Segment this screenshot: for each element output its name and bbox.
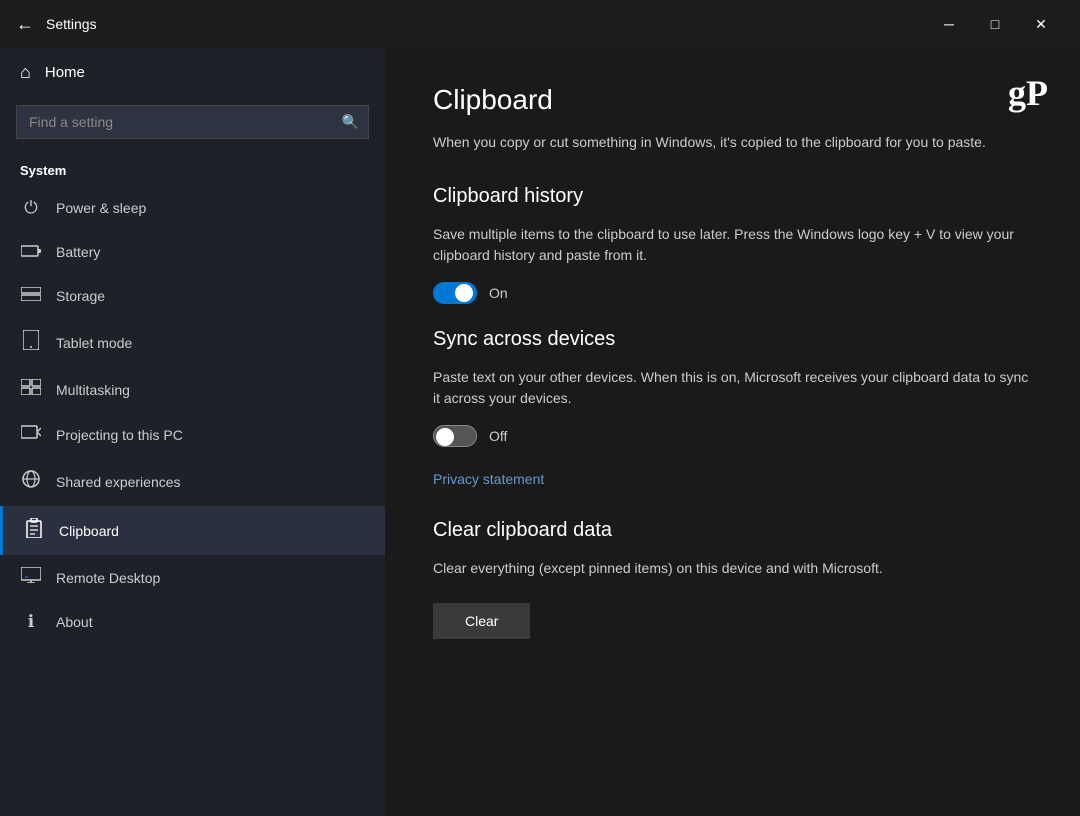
sidebar-item-remote-desktop[interactable]: Remote Desktop bbox=[0, 555, 385, 600]
nav-label: Multitasking bbox=[56, 382, 130, 398]
maximize-button[interactable]: □ bbox=[972, 8, 1018, 40]
sync-devices-toggle-label: Off bbox=[489, 428, 507, 444]
nav-label: Battery bbox=[56, 244, 100, 260]
sidebar-item-multitasking[interactable]: Multitasking bbox=[0, 367, 385, 412]
page-description: When you copy or cut something in Window… bbox=[433, 132, 1032, 153]
toggle-thumb bbox=[455, 284, 473, 302]
sidebar-item-about[interactable]: ℹ About bbox=[0, 600, 385, 644]
toggle-thumb bbox=[436, 428, 454, 446]
clipboard-icon bbox=[23, 518, 45, 543]
title-bar: ← Settings ─ □ ✕ bbox=[0, 0, 1080, 48]
nav-label: Remote Desktop bbox=[56, 570, 160, 586]
nav-label: Clipboard bbox=[59, 523, 119, 539]
clipboard-history-toggle-label: On bbox=[489, 285, 508, 301]
about-icon: ℹ bbox=[20, 612, 42, 632]
main-layout: ⌂ Home 🔍 System ⏻ Power & sleep Battery … bbox=[0, 48, 1080, 816]
sidebar-item-clipboard[interactable]: Clipboard bbox=[0, 506, 385, 555]
multitasking-icon bbox=[20, 379, 42, 400]
gp-logo: gP bbox=[1008, 72, 1048, 114]
back-button[interactable]: ← bbox=[16, 15, 34, 33]
content-area: gP Clipboard When you copy or cut someth… bbox=[385, 48, 1080, 816]
clear-button[interactable]: Clear bbox=[433, 603, 530, 639]
sidebar-item-power-sleep[interactable]: ⏻ Power & sleep bbox=[0, 186, 385, 230]
close-button[interactable]: ✕ bbox=[1018, 8, 1064, 40]
power-sleep-icon: ⏻ bbox=[20, 198, 42, 218]
sidebar-item-projecting[interactable]: Projecting to this PC bbox=[0, 412, 385, 457]
clipboard-history-desc: Save multiple items to the clipboard to … bbox=[433, 224, 1032, 266]
search-icon: 🔍 bbox=[342, 114, 359, 131]
app-title: Settings bbox=[46, 16, 97, 32]
sidebar-item-tablet-mode[interactable]: Tablet mode bbox=[0, 318, 385, 367]
clear-clipboard-desc: Clear everything (except pinned items) o… bbox=[433, 558, 1032, 579]
clipboard-history-toggle-row: On bbox=[433, 282, 1032, 304]
nav-label: About bbox=[56, 614, 93, 630]
sidebar-item-shared-experiences[interactable]: Shared experiences bbox=[0, 457, 385, 506]
search-input[interactable] bbox=[16, 105, 369, 139]
sync-devices-toggle-row: Off bbox=[433, 425, 1032, 447]
sync-devices-title: Sync across devices bbox=[433, 328, 1032, 351]
tablet-icon bbox=[20, 330, 42, 355]
sync-devices-desc: Paste text on your other devices. When t… bbox=[433, 367, 1032, 409]
sidebar-item-battery[interactable]: Battery bbox=[0, 230, 385, 274]
remote-desktop-icon bbox=[20, 567, 42, 588]
projecting-icon bbox=[20, 424, 42, 445]
nav-label: Projecting to this PC bbox=[56, 427, 183, 443]
title-bar-left: ← Settings bbox=[16, 15, 926, 33]
clear-clipboard-title: Clear clipboard data bbox=[433, 519, 1032, 542]
nav-label: Shared experiences bbox=[56, 474, 181, 490]
search-box: 🔍 bbox=[16, 105, 369, 139]
shared-experiences-icon bbox=[20, 469, 42, 494]
nav-label: Storage bbox=[56, 288, 105, 304]
sidebar: ⌂ Home 🔍 System ⏻ Power & sleep Battery … bbox=[0, 48, 385, 816]
storage-icon bbox=[20, 286, 42, 306]
nav-label: Tablet mode bbox=[56, 335, 132, 351]
clipboard-history-title: Clipboard history bbox=[433, 185, 1032, 208]
minimize-button[interactable]: ─ bbox=[926, 8, 972, 40]
page-title: Clipboard bbox=[433, 84, 1032, 116]
home-icon: ⌂ bbox=[20, 62, 31, 83]
privacy-statement-link[interactable]: Privacy statement bbox=[433, 471, 544, 487]
battery-icon bbox=[20, 242, 42, 262]
clipboard-history-toggle[interactable] bbox=[433, 282, 477, 304]
home-label: Home bbox=[45, 64, 85, 81]
window-controls: ─ □ ✕ bbox=[926, 8, 1064, 40]
nav-label: Power & sleep bbox=[56, 200, 146, 216]
sidebar-home[interactable]: ⌂ Home bbox=[0, 48, 385, 97]
sidebar-item-storage[interactable]: Storage bbox=[0, 274, 385, 318]
sync-devices-toggle[interactable] bbox=[433, 425, 477, 447]
sidebar-section-label: System bbox=[0, 155, 385, 186]
